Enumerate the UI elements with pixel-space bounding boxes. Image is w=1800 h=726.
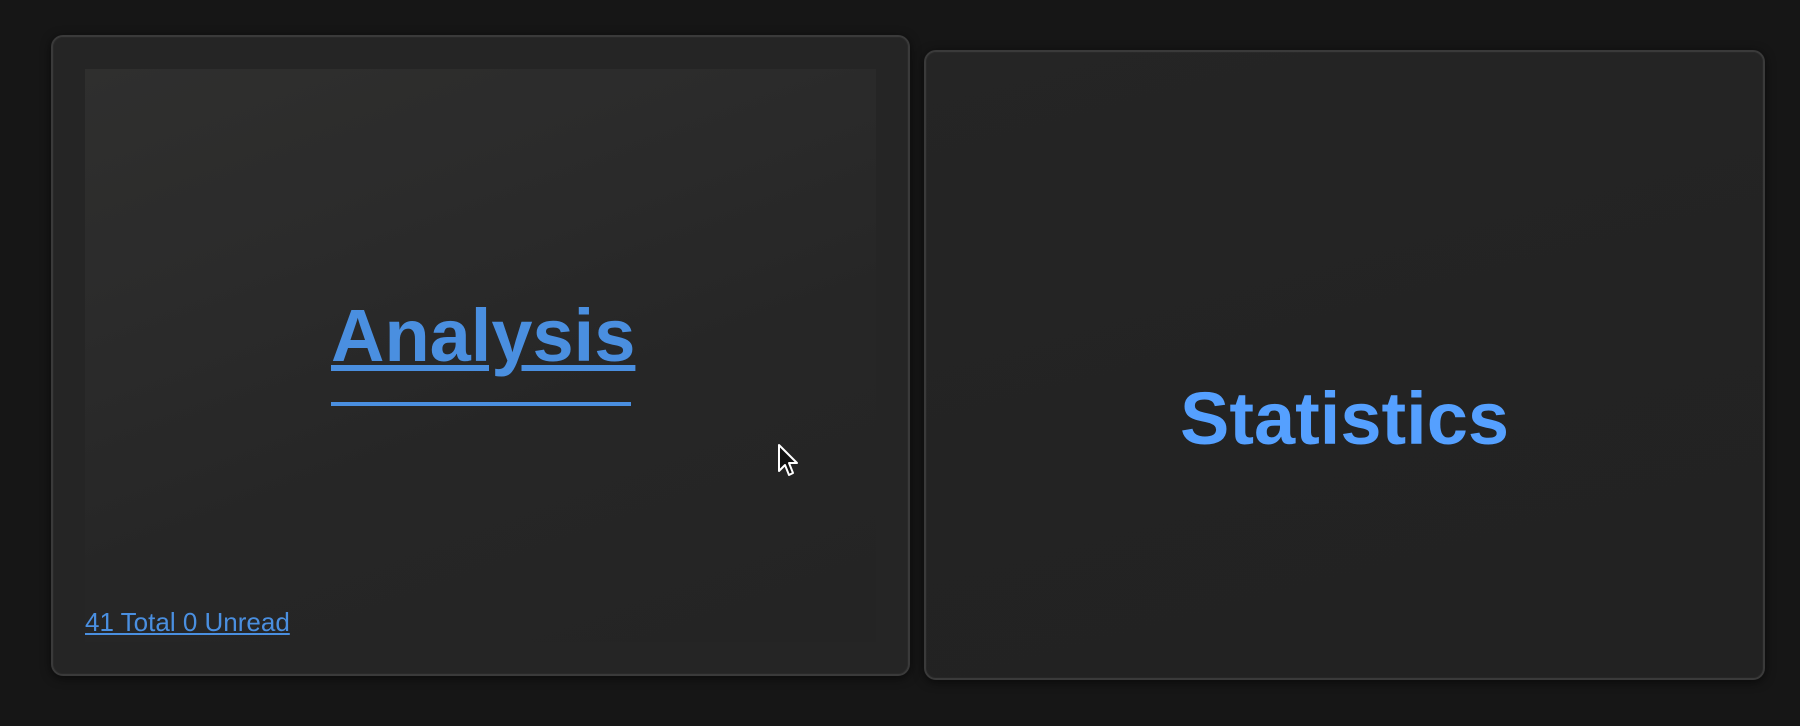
statistics-card[interactable]: Statistics [924,50,1765,680]
mouse-pointer-icon [778,444,798,476]
analysis-card[interactable]: Analysis 41 Total 0 Unread [51,35,910,676]
analysis-title-link[interactable]: Analysis [331,299,635,373]
statistics-title[interactable]: Statistics [926,382,1763,456]
analysis-counts-link[interactable]: 41 Total 0 Unread [85,607,290,638]
analysis-title-underline-bar [331,402,631,406]
